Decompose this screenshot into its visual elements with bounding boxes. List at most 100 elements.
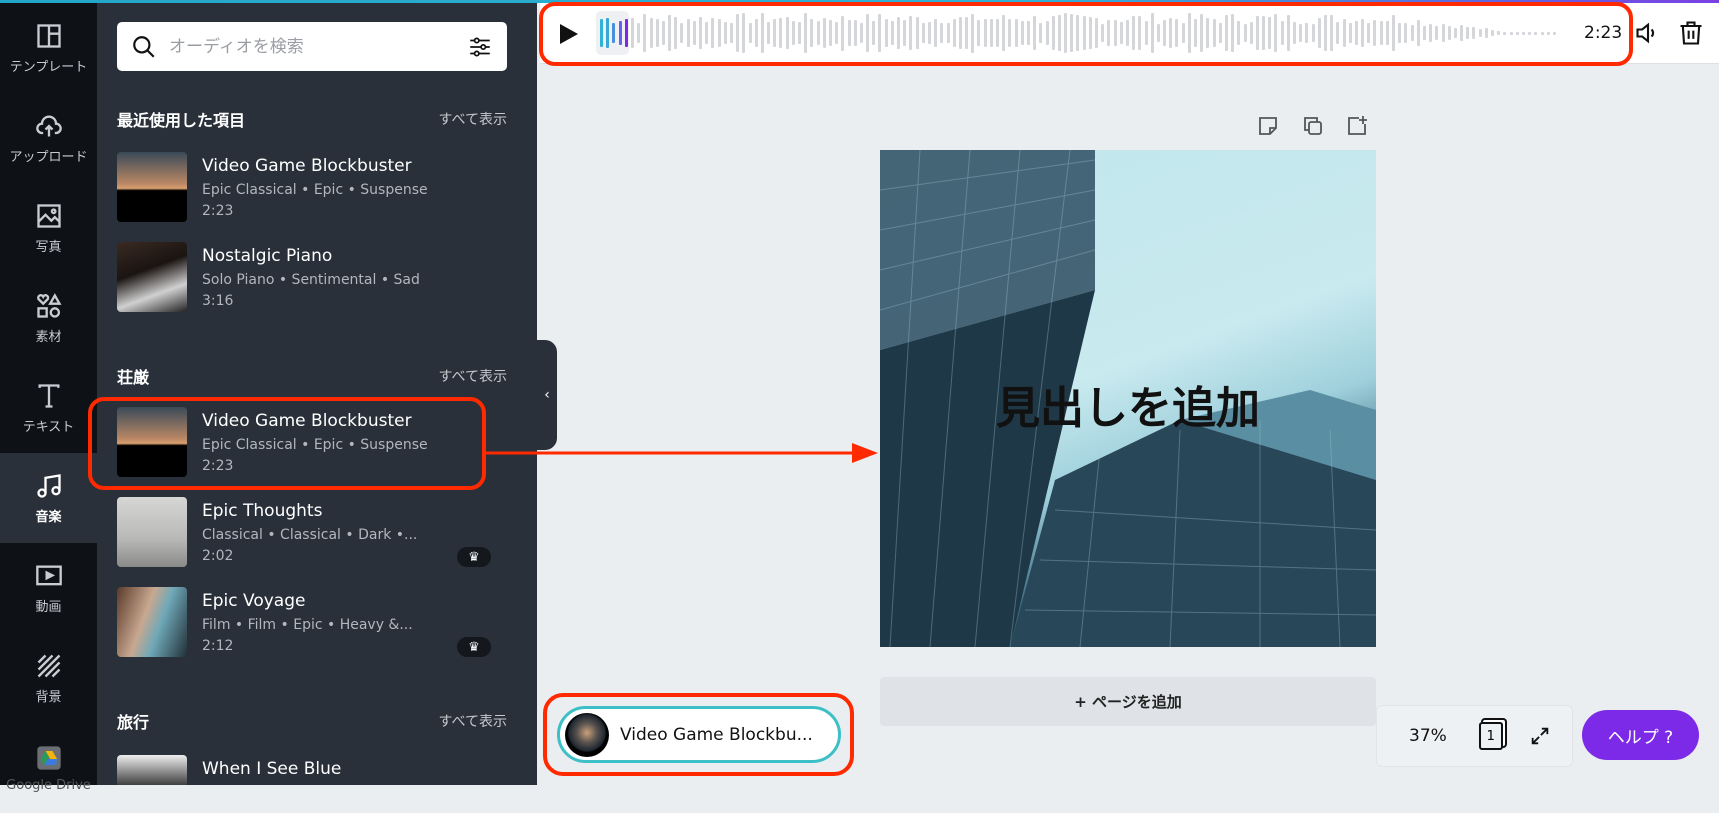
- waveform-bar: [822, 17, 826, 49]
- waveform-bar: [816, 21, 820, 45]
- waveform-bar: [1224, 15, 1228, 51]
- waveform-bar: [1497, 30, 1501, 36]
- section-header-recent: 最近使用した項目 すべて表示: [117, 107, 507, 131]
- track-thumbnail: [117, 587, 187, 657]
- volume-icon[interactable]: [1634, 19, 1662, 47]
- see-all-link[interactable]: すべて表示: [439, 366, 507, 386]
- waveform-bar: [711, 17, 715, 49]
- audio-search-box[interactable]: [117, 22, 507, 71]
- zoom-controls: 37% 1: [1376, 705, 1573, 767]
- add-page-button[interactable]: + ページを追加: [880, 677, 1376, 726]
- track-item-selected[interactable]: Video Game Blockbuster Epic Classical • …: [117, 407, 507, 479]
- rail-item-uploads[interactable]: アップロード: [0, 93, 97, 183]
- waveform-bar: [1088, 16, 1092, 50]
- rail-item-background[interactable]: 背景: [0, 633, 97, 723]
- rail-item-elements[interactable]: 素材: [0, 273, 97, 363]
- waveform-bar: [791, 20, 795, 46]
- page-count-button[interactable]: 1: [1478, 722, 1503, 750]
- waveform-bar: [1039, 22, 1043, 44]
- waveform-bar: [606, 17, 610, 49]
- waveform-bar: [705, 22, 709, 44]
- waveform-bar: [624, 19, 628, 47]
- help-button[interactable]: ヘルプ ?: [1582, 710, 1699, 760]
- waveform-bar: [1491, 29, 1494, 37]
- waveform-bar: [1125, 19, 1129, 47]
- audio-track-pill[interactable]: Video Game Blockbu...: [557, 706, 841, 763]
- track-item[interactable]: Video Game Blockbuster Epic Classical • …: [117, 152, 507, 224]
- waveform-bar: [1410, 25, 1414, 41]
- waveform-bar: [1299, 23, 1303, 43]
- waveform-bar: [1194, 18, 1197, 48]
- rail-item-videos[interactable]: 動画: [0, 543, 97, 633]
- track-item[interactable]: Nostalgic Piano Solo Piano • Sentimental…: [117, 242, 507, 314]
- waveform-bar: [804, 13, 808, 53]
- waveform-bar: [1237, 21, 1241, 45]
- waveform-bar: [1008, 19, 1012, 47]
- heading-text[interactable]: 見出しを追加: [880, 372, 1376, 436]
- track-item[interactable]: When I See Blue: [117, 755, 507, 785]
- collapse-panel-handle[interactable]: ‹: [537, 340, 557, 450]
- rail-item-music[interactable]: 音楽: [0, 453, 97, 543]
- waveform-bar: [1441, 24, 1445, 42]
- waveform-bar: [977, 20, 981, 46]
- waveform-bar: [927, 21, 931, 45]
- waveform-bar: [1206, 17, 1210, 49]
- waveform-bar: [1354, 20, 1358, 46]
- section-header-travel: 旅行 すべて表示: [117, 709, 507, 733]
- photo-icon: [36, 203, 61, 228]
- waveform-bar: [952, 19, 956, 47]
- play-icon[interactable]: [558, 22, 580, 46]
- audio-player: 2:23: [540, 3, 1632, 64]
- track-item[interactable]: Epic Thoughts Classical • Classical • Da…: [117, 497, 507, 569]
- waveform-bar: [674, 16, 678, 50]
- waveform-bar: [1280, 21, 1284, 45]
- text-icon: [38, 383, 59, 408]
- waveform-bar: [897, 17, 900, 49]
- trash-icon[interactable]: [1677, 19, 1705, 47]
- waveform-bar: [668, 15, 672, 51]
- track-item[interactable]: Epic Voyage Film • Film • Epic • Heavy &…: [117, 587, 507, 659]
- rail-item-templates[interactable]: テンプレート: [0, 3, 97, 93]
- waveform-bar: [1268, 16, 1272, 50]
- waveform-bar: [1045, 21, 1049, 45]
- filter-icon[interactable]: [467, 34, 493, 60]
- rail-item-google-drive[interactable]: Google Drive: [0, 723, 97, 813]
- design-page[interactable]: 見出しを追加: [880, 150, 1376, 647]
- waveform-bar: [1181, 23, 1185, 43]
- waveform-bar: [1392, 15, 1395, 51]
- audio-search-input[interactable]: [169, 36, 467, 57]
- waveform-bar: [1540, 31, 1544, 35]
- audio-waveform[interactable]: [600, 12, 1560, 54]
- waveform-bar: [1138, 15, 1142, 51]
- waveform-bar: [742, 13, 746, 53]
- duplicate-page-icon[interactable]: [1301, 114, 1325, 138]
- waveform-bar: [1212, 18, 1216, 48]
- add-page-icon[interactable]: [1345, 114, 1369, 138]
- waveform-bar: [996, 19, 999, 47]
- section-title: 最近使用した項目: [117, 111, 246, 130]
- music-icon: [36, 473, 61, 498]
- waveform-bar: [1163, 20, 1167, 46]
- fullscreen-icon[interactable]: [1529, 725, 1551, 747]
- note-icon[interactable]: [1256, 114, 1280, 138]
- rail-item-text[interactable]: テキスト: [0, 363, 97, 453]
- waveform-bar: [1447, 25, 1451, 41]
- waveform-bar: [921, 22, 925, 44]
- waveform-bar: [1051, 15, 1055, 51]
- waveform-bar: [1020, 21, 1024, 45]
- waveform-bar: [1150, 13, 1154, 53]
- waveform-bar: [1422, 25, 1426, 41]
- rail-item-photos[interactable]: 写真: [0, 183, 97, 273]
- waveform-bar: [1231, 14, 1235, 52]
- waveform-bar: [630, 18, 634, 48]
- waveform-bar: [754, 19, 758, 47]
- zoom-level[interactable]: 37%: [1409, 726, 1447, 746]
- see-all-link[interactable]: すべて表示: [439, 109, 507, 129]
- waveform-bar: [1002, 14, 1006, 52]
- waveform-bar: [915, 16, 919, 50]
- pro-crown-icon: ♛: [457, 547, 491, 567]
- see-all-link[interactable]: すべて表示: [439, 711, 507, 731]
- waveform-bar: [1373, 20, 1377, 46]
- waveform-bar: [1026, 21, 1030, 45]
- waveform-bar: [1082, 15, 1086, 51]
